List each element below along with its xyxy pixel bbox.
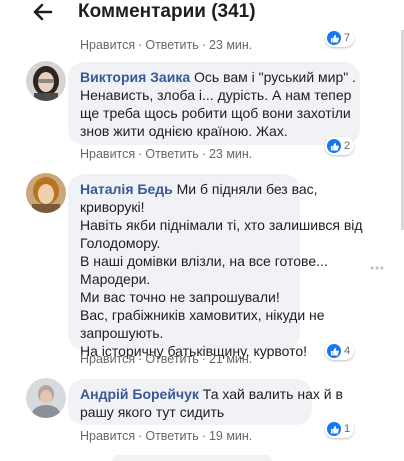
back-arrow-icon[interactable]: [32, 2, 54, 22]
comment-bubble: Андрій Борейчук Та хай валить нах й в ра…: [68, 379, 343, 425]
like-reaction-icon: [327, 344, 341, 358]
comment-author[interactable]: Наталія Бедь: [80, 181, 173, 197]
comment-author[interactable]: Виктория Заика: [80, 69, 190, 85]
reaction-number: 4: [344, 345, 351, 357]
comment-meta: Нравится · Ответить · 23 мин.: [80, 38, 253, 52]
like-reaction-icon: [327, 139, 341, 153]
avatar[interactable]: [26, 61, 66, 101]
avatar[interactable]: [26, 173, 66, 213]
comment-author[interactable]: Андрій Борейчук: [80, 386, 199, 402]
like-reaction-icon: [327, 31, 341, 45]
reaction-number: 7: [344, 32, 351, 44]
comment-time: 23 мин.: [208, 147, 253, 161]
comment-time: 23 мин.: [208, 38, 253, 52]
comment-bubble: Виктория Заика Ось вам і "руський мир" .…: [68, 62, 360, 145]
comment-composer-edge: [112, 455, 272, 461]
like-reaction-icon: [327, 422, 341, 436]
comment-meta: Нравится · Ответить · 23 мин.: [80, 147, 253, 161]
reaction-number: 1: [344, 423, 351, 435]
reply-link[interactable]: Ответить: [145, 429, 198, 443]
reaction-number: 2: [344, 140, 351, 152]
reply-link[interactable]: Ответить: [145, 38, 198, 52]
comment-time: 19 мин.: [208, 429, 253, 443]
comment-meta: Нравится · Ответить · 19 мин.: [80, 429, 253, 443]
page-title: Комментарии (341): [78, 1, 256, 22]
comment-bubble: Наталія Бедь Ми б підняли без вас, криво…: [68, 174, 363, 359]
reply-link[interactable]: Ответить: [145, 147, 198, 161]
avatar[interactable]: [26, 378, 66, 418]
reaction-count[interactable]: 2: [325, 137, 355, 155]
comment-time: 21 мин.: [208, 352, 253, 366]
like-link[interactable]: Нравится: [80, 147, 135, 161]
reaction-count[interactable]: 7: [325, 29, 355, 47]
like-link[interactable]: Нравится: [80, 352, 135, 366]
reply-link[interactable]: Ответить: [145, 352, 198, 366]
more-options-icon[interactable]: [370, 257, 384, 275]
like-link[interactable]: Нравится: [80, 429, 135, 443]
reaction-count[interactable]: 4: [325, 342, 355, 360]
comment-meta: Нравится · Ответить · 21 мин.: [80, 352, 253, 366]
reaction-count[interactable]: 1: [325, 420, 355, 438]
like-link[interactable]: Нравится: [80, 38, 135, 52]
top-bar: Комментарии (341): [0, 0, 404, 30]
